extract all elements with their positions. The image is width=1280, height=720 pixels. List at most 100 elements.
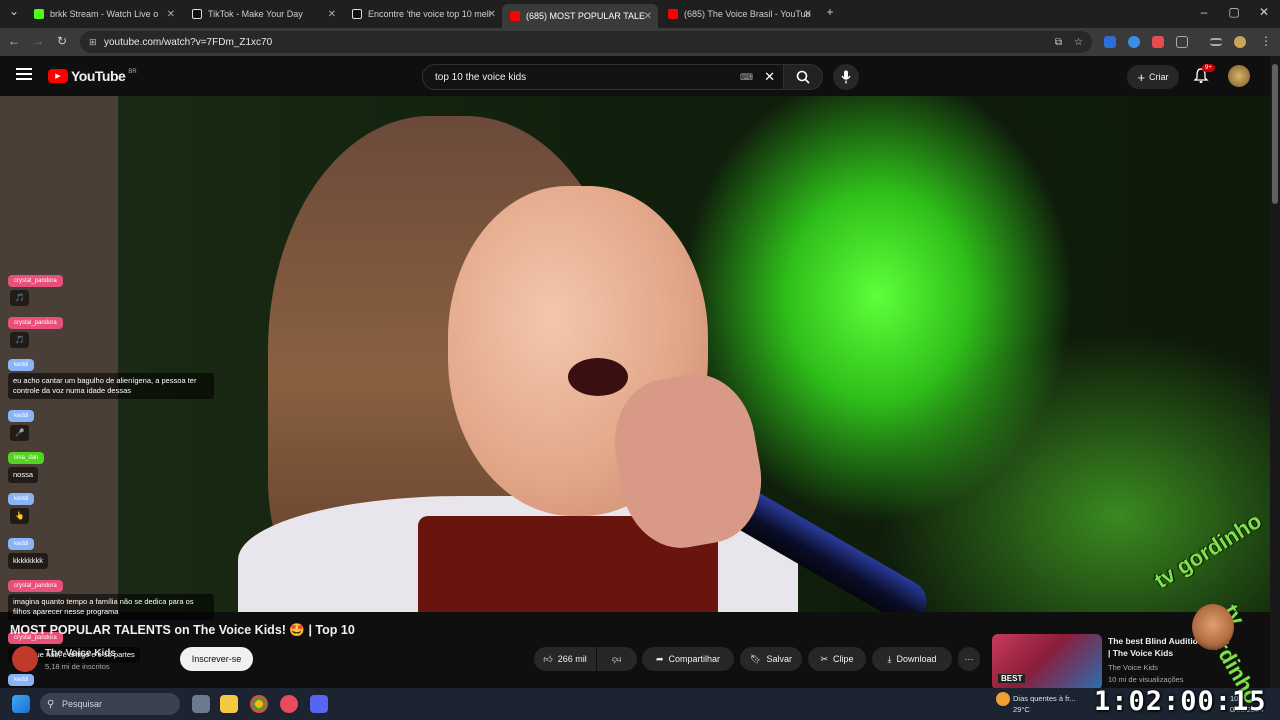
create-button[interactable]: + Criar <box>1127 65 1179 89</box>
download-icon: ⤓ <box>887 653 892 664</box>
chat-message: kkkkkkkk <box>8 553 48 569</box>
close-tab-icon[interactable]: ✕ <box>644 11 652 22</box>
microphone-icon <box>841 70 851 84</box>
dislike-button[interactable]: 👍︎ <box>597 647 637 671</box>
chat-message: 👆 <box>10 508 30 524</box>
close-tab-icon[interactable]: ✕ <box>804 9 812 20</box>
video-frame-singer-mouth <box>568 358 628 396</box>
create-label: Criar <box>1149 72 1169 82</box>
weather-title[interactable]: Dias quentes à fr... <box>1013 694 1076 703</box>
youtube-logo[interactable]: ▶ YouTube BR <box>48 68 137 84</box>
close-tab-icon[interactable]: ✕ <box>328 9 336 20</box>
address-bar[interactable]: ⊞ youtube.com/watch?v=7FDm_Z1xc70 ⧉ ☆ <box>80 31 1092 53</box>
tab-youtube-active[interactable]: (685) MOST POPULAR TALE ✕ <box>502 4 658 28</box>
thumbs-up-icon: 👍︎ <box>543 653 553 664</box>
tab-kick-stream[interactable]: brkk Stream - Watch Live o ✕ <box>26 4 181 24</box>
youtube-favicon-icon <box>668 9 678 19</box>
clear-search-icon[interactable]: ✕ <box>764 69 775 85</box>
chat-username: keddi <box>8 493 35 505</box>
taskbar-search-box[interactable]: ⚲ Pesquisar <box>40 693 180 715</box>
reading-list-icon[interactable] <box>1210 38 1222 46</box>
more-horizontal-icon: ⋯ <box>964 653 974 664</box>
tiktok-favicon-icon <box>192 9 202 19</box>
scissors-icon: ✂ <box>820 653 829 664</box>
chat-username: crystal_pandora <box>8 275 63 287</box>
chat-username: keddi <box>8 410 35 422</box>
file-explorer-icon[interactable] <box>220 695 238 713</box>
more-actions-button[interactable]: ⋯ <box>958 647 980 671</box>
like-button[interactable]: 👍︎ 266 mil <box>534 647 596 671</box>
youtube-wordmark: YouTube <box>71 68 126 84</box>
extensions-puzzle-icon[interactable] <box>1176 36 1188 48</box>
browser-menu-icon[interactable]: ⋮ <box>1258 34 1274 48</box>
close-tab-icon[interactable]: ✕ <box>167 9 175 20</box>
search-query-text: top 10 the voice kids <box>435 71 527 83</box>
extension-2-icon[interactable] <box>1128 36 1140 48</box>
page-scrollbar-thumb[interactable] <box>1272 64 1278 204</box>
tab-tiktok-search[interactable]: Encontre 'the voice top 10 meli ✕ <box>344 4 502 24</box>
weather-icon[interactable] <box>996 692 1010 706</box>
chat-username: lima_dan <box>8 452 45 464</box>
notification-count-badge: 9+ <box>1202 64 1215 72</box>
subscribe-label: Inscrever-se <box>191 654 242 664</box>
maximize-icon[interactable]: ▢ <box>1226 5 1242 19</box>
extension-1-icon[interactable] <box>1104 36 1116 48</box>
kick-favicon-icon <box>34 9 44 19</box>
voice-search-button[interactable] <box>833 64 859 90</box>
download-button[interactable]: ⤓ Download <box>872 647 952 671</box>
streamer-logo-avatar <box>1192 604 1234 650</box>
account-avatar[interactable] <box>1228 65 1250 87</box>
extension-3-icon[interactable] <box>1152 36 1164 48</box>
browser-tab-strip: ⌄ brkk Stream - Watch Live o ✕ TikTok - … <box>0 0 1280 28</box>
windows-start-icon[interactable] <box>12 695 30 713</box>
new-tab-plus-icon[interactable]: + <box>822 5 838 19</box>
bookmark-star-icon[interactable]: ☆ <box>1074 37 1083 48</box>
channel-avatar[interactable] <box>12 646 38 672</box>
close-tab-icon[interactable]: ✕ <box>488 9 496 20</box>
install-app-icon[interactable]: ⧉ <box>1055 37 1062 48</box>
thumbs-down-icon: 👍︎ <box>612 654 622 665</box>
tab-youtube-voice-brasil[interactable]: (685) The Voice Brasil - YouTub ✕ <box>660 4 818 24</box>
app-icon-red[interactable] <box>280 695 298 713</box>
save-button[interactable]: 🔖︎ Salvar <box>740 647 802 671</box>
minimize-icon[interactable]: – <box>1196 5 1212 19</box>
tiktok-favicon-icon <box>352 9 362 19</box>
back-arrow-icon[interactable]: ← <box>6 34 22 48</box>
profile-avatar-icon[interactable] <box>1234 36 1246 48</box>
tab-title: brkk Stream - Watch Live o <box>50 9 159 19</box>
weather-temperature: 29°C <box>1013 705 1030 714</box>
tab-title: (685) The Voice Brasil - YouTub <box>684 9 811 19</box>
clip-label: Clipe <box>833 654 854 664</box>
url-text: youtube.com/watch?v=7FDm_Z1xc70 <box>104 36 273 48</box>
reload-icon[interactable]: ↻ <box>54 34 70 48</box>
search-button[interactable] <box>783 64 823 90</box>
discord-icon[interactable] <box>310 695 328 713</box>
search-input[interactable]: top 10 the voice kids ⌨ ✕ <box>422 64 784 90</box>
stream-uptime-timer: 1:02:00:15 <box>1094 686 1267 717</box>
close-window-icon[interactable]: ✕ <box>1256 5 1272 19</box>
plus-icon: + <box>1137 69 1146 85</box>
video-player[interactable] <box>118 96 1270 612</box>
hamburger-menu-icon[interactable] <box>16 68 32 80</box>
youtube-play-logo-icon: ▶ <box>48 69 68 83</box>
tab-tiktok[interactable]: TikTok - Make Your Day ✕ <box>184 4 342 24</box>
share-button[interactable]: ➦ Compartilhar <box>642 647 734 671</box>
chat-message: 🎤 <box>10 425 30 441</box>
tab-search-icon[interactable]: ⌄ <box>6 4 22 18</box>
site-info-icon[interactable]: ⊞ <box>89 37 97 48</box>
youtube-header: ▶ YouTube BR top 10 the voice kids ⌨ ✕ +… <box>0 56 1270 96</box>
keyboard-icon[interactable]: ⌨ <box>740 72 753 83</box>
bookmark-icon: 🔖︎ <box>750 653 762 664</box>
clip-button[interactable]: ✂ Clipe <box>808 647 866 671</box>
recommended-channel-name[interactable]: The Voice Kids <box>1108 663 1158 672</box>
task-view-icon[interactable] <box>192 695 210 713</box>
video-title: MOST POPULAR TALENTS on The Voice Kids! … <box>10 623 355 637</box>
subscriber-count: 5,18 mi de inscritos <box>45 662 110 671</box>
subscribe-button[interactable]: Inscrever-se <box>180 647 253 671</box>
chrome-icon[interactable] <box>250 695 268 713</box>
forward-arrow-icon[interactable]: → <box>30 34 46 48</box>
notifications-button[interactable]: 9+ <box>1193 64 1215 89</box>
recommended-video-thumbnail[interactable]: BEST <box>992 634 1102 690</box>
save-label: Salvar <box>766 654 792 664</box>
channel-name[interactable]: The Voice Kids <box>45 648 116 659</box>
